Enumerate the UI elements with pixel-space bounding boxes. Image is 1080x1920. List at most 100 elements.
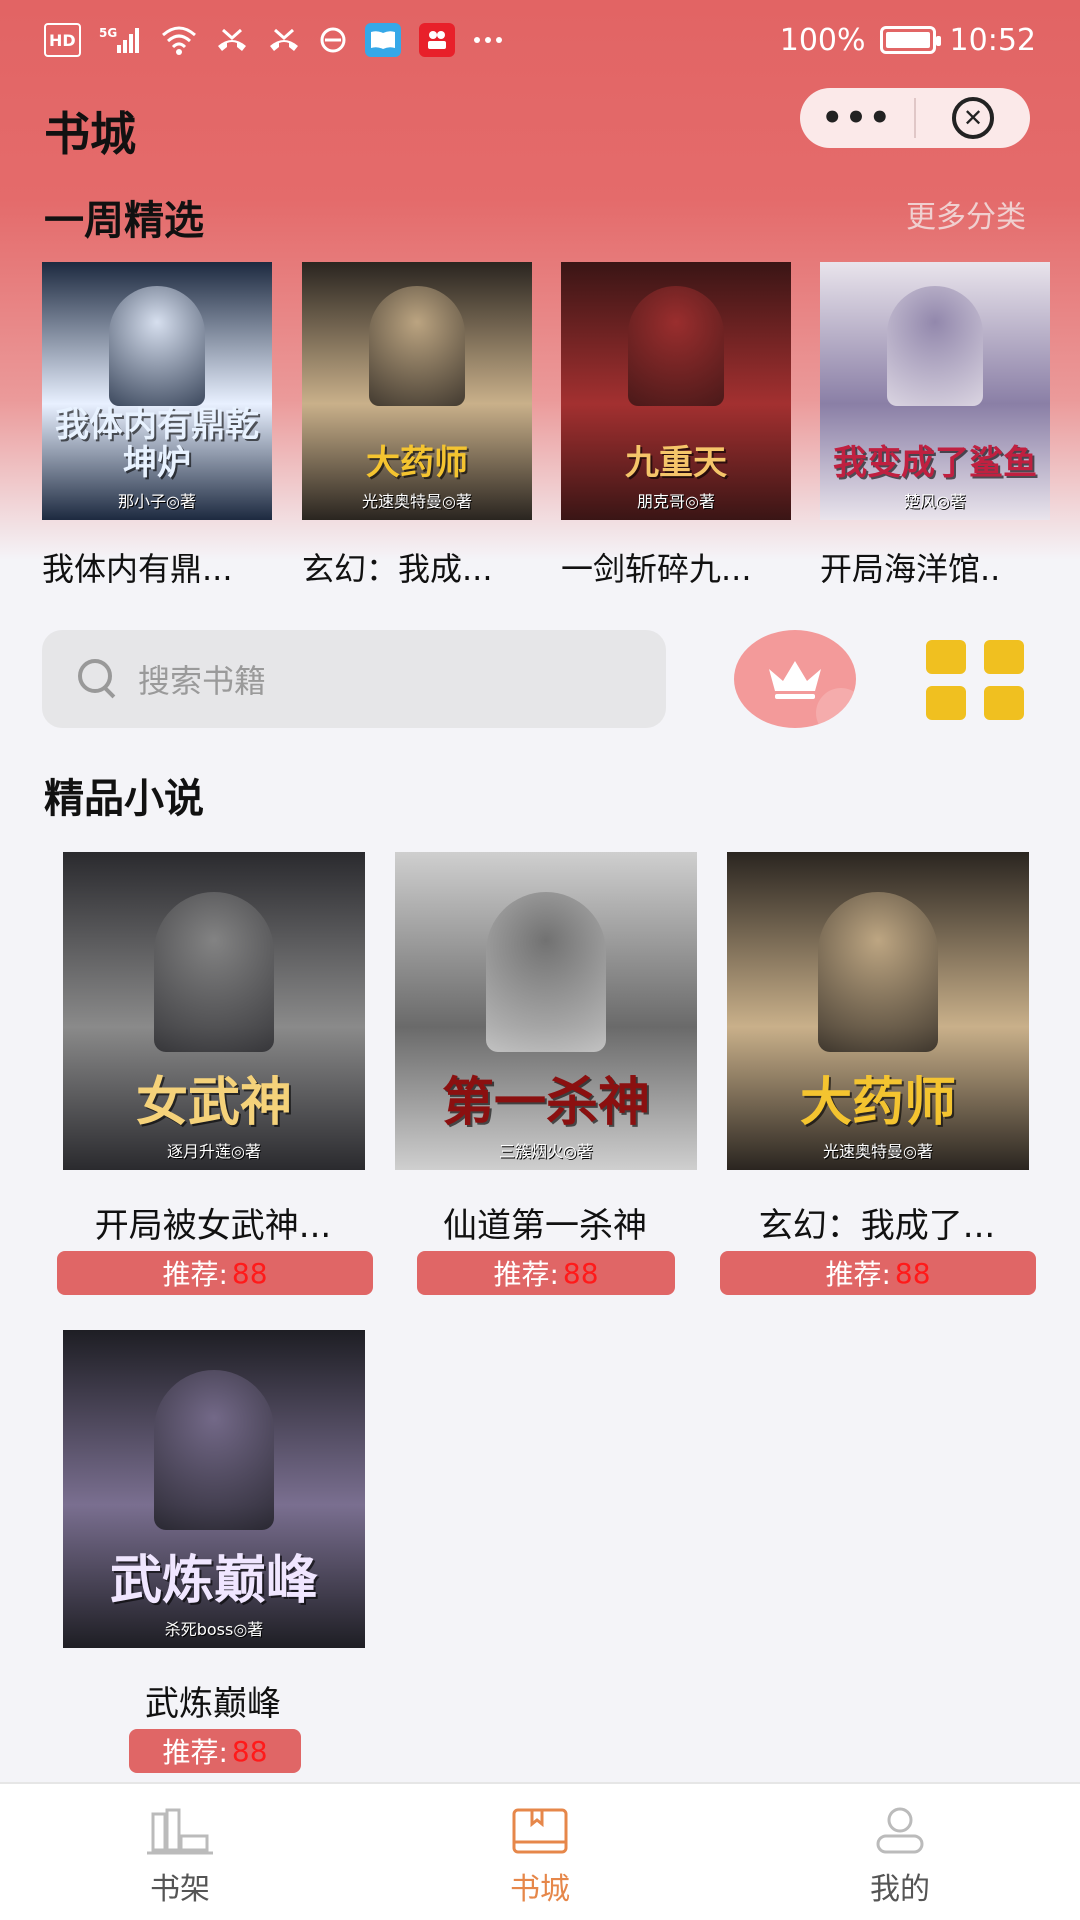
nav-item-profile[interactable]: 我的: [720, 1784, 1080, 1920]
dnd-icon: [319, 23, 347, 57]
status-icons-right: 100% 10:52: [780, 23, 1036, 58]
grid-icon: [926, 686, 966, 720]
book-title[interactable]: 开局被女武神...: [63, 1198, 363, 1247]
book-title[interactable]: 一剑斩碎九...: [561, 544, 793, 590]
battery-percent: 100%: [779, 22, 866, 58]
book-cover[interactable]: 我变成了鲨鱼 楚风◎著: [820, 262, 1050, 520]
book-app-icon: [364, 23, 401, 57]
signal-label: 5G: [99, 26, 117, 40]
cover-author: 逐月升莲◎著: [167, 1142, 261, 1161]
missed-call-icon: [267, 23, 301, 57]
book-title[interactable]: 武炼巅峰: [63, 1676, 363, 1725]
weekly-book-item[interactable]: 我体内有鼎乾坤炉 那小子◎著 我体内有鼎...: [42, 262, 274, 590]
more-dots-icon: [473, 23, 503, 57]
nav-label: 我的: [870, 1872, 930, 1907]
category-grid-button[interactable]: [926, 640, 1026, 720]
book-title[interactable]: 开局海洋馆..: [820, 544, 1052, 590]
weekly-book-item[interactable]: 大药师 光速奥特曼◎著 玄幻：我成...: [302, 262, 534, 590]
recommend-label: 推荐:: [493, 1258, 559, 1291]
cover-illustration: [818, 892, 938, 1052]
search-icon: [78, 659, 118, 699]
nav-item-bookshelf[interactable]: 书架: [0, 1784, 360, 1920]
grid-icon: [984, 640, 1024, 674]
recommend-label: 推荐:: [825, 1258, 891, 1291]
book-cover[interactable]: 大药师 光速奥特曼◎著: [727, 852, 1029, 1170]
cover-title: 武炼巅峰: [109, 1550, 318, 1611]
vip-crown-button[interactable]: [734, 630, 856, 728]
book-cover[interactable]: 武炼巅峰 杀死boss◎著: [63, 1330, 365, 1648]
nav-label: 书架: [150, 1872, 210, 1907]
search-input[interactable]: 搜索书籍: [42, 630, 666, 728]
book-cover[interactable]: 九重天 朋克哥◎著: [561, 262, 791, 520]
book-cover[interactable]: 大药师 光速奥特曼◎著: [302, 262, 532, 520]
recommend-value: 88: [562, 1256, 599, 1290]
weekly-book-item[interactable]: 九重天 朋克哥◎著 一剑斩碎九...: [561, 262, 793, 590]
battery-icon: [879, 26, 941, 54]
recommend-value: 88: [231, 1256, 268, 1290]
cover-title: 女武神: [135, 1072, 292, 1133]
bottom-nav: 书架 书城 我的: [0, 1782, 1080, 1920]
cover-author: 楚风◎著: [904, 492, 966, 511]
capsule-close-button[interactable]: ✕: [916, 88, 1030, 148]
book-cover[interactable]: 第一杀神 三簇烟火◎著: [395, 852, 697, 1170]
recommend-value: 88: [894, 1256, 931, 1290]
cover-illustration: [154, 1370, 274, 1530]
recommend-label: 推荐:: [162, 1258, 228, 1291]
missed-call-icon: [215, 23, 249, 57]
book-title[interactable]: 玄幻：我成了...: [727, 1198, 1027, 1247]
weekly-section-title: 一周精选: [44, 198, 204, 244]
cover-author: 三簇烟火◎著: [499, 1142, 593, 1161]
status-bar: HD 5G 100% 10:52: [0, 0, 1080, 80]
cover-illustration: [369, 286, 465, 406]
weekly-book-row: 我体内有鼎乾坤炉 那小子◎著 我体内有鼎... 大药师 光速奥特曼◎著 玄幻：我…: [42, 262, 1050, 592]
grid-icon: [926, 640, 966, 674]
wifi-icon: [161, 23, 197, 57]
recommend-badge: 推荐: 88: [129, 1729, 301, 1773]
nav-label: 书城: [510, 1872, 570, 1907]
recommend-badge: 推荐: 88: [720, 1251, 1036, 1295]
clock: 10:52: [949, 22, 1036, 58]
page-title: 书城: [44, 107, 136, 161]
book-title[interactable]: 玄幻：我成...: [302, 544, 534, 590]
premium-section-title: 精品小说: [44, 776, 204, 822]
profile-icon: [876, 1807, 924, 1854]
cover-title: 大药师: [799, 1072, 956, 1133]
cover-illustration: [628, 286, 724, 406]
capsule-more-button[interactable]: •••: [800, 88, 914, 148]
cover-title: 我体内有鼎乾坤炉: [55, 405, 259, 483]
cover-title: 大药师: [366, 442, 468, 483]
cover-illustration: [486, 892, 606, 1052]
weekly-book-item[interactable]: 我变成了鲨鱼 楚风◎著 开局海洋馆..: [820, 262, 1052, 590]
book-title[interactable]: 我体内有鼎...: [42, 544, 274, 590]
cover-author: 朋克哥◎著: [637, 492, 715, 511]
cover-author: 光速奥特曼◎著: [362, 492, 472, 511]
cover-illustration: [887, 286, 983, 406]
cover-illustration: [154, 892, 274, 1052]
recommend-value: 88: [231, 1734, 268, 1768]
cover-title: 九重天: [625, 442, 727, 483]
recommend-label: 推荐:: [162, 1736, 228, 1769]
premium-book-item[interactable]: 武炼巅峰 杀死boss◎著 武炼巅峰 推荐: 88: [63, 1330, 365, 1773]
premium-book-item[interactable]: 女武神 逐月升莲◎著 开局被女武神... 推荐: 88: [57, 852, 373, 1295]
premium-book-item[interactable]: 第一杀神 三簇烟火◎著 仙道第一杀神 推荐: 88: [395, 852, 697, 1295]
premium-book-item[interactable]: 大药师 光速奥特曼◎著 玄幻：我成了... 推荐: 88: [720, 852, 1036, 1295]
more-dots-icon: •••: [821, 98, 893, 138]
status-icons-left: HD 5G: [44, 23, 503, 57]
cover-title: 第一杀神: [441, 1072, 650, 1133]
signal-5g-icon: 5G: [99, 23, 143, 57]
cover-author: 杀死boss◎著: [164, 1620, 264, 1639]
nav-item-bookstore[interactable]: 书城: [360, 1784, 720, 1920]
more-categories-link[interactable]: 更多分类: [906, 192, 1026, 236]
cover-author: 光速奥特曼◎著: [823, 1142, 933, 1161]
bookshelf-icon: [147, 1808, 213, 1855]
close-circle-icon: ✕: [952, 97, 994, 139]
book-title[interactable]: 仙道第一杀神: [395, 1198, 695, 1247]
video-app-icon: [418, 23, 455, 57]
book-cover[interactable]: 女武神 逐月升莲◎著: [63, 852, 365, 1170]
recommend-badge: 推荐: 88: [57, 1251, 373, 1295]
search-placeholder: 搜索书籍: [138, 662, 267, 700]
book-cover[interactable]: 我体内有鼎乾坤炉 那小子◎著: [42, 262, 272, 520]
mini-program-capsule: ••• ✕: [800, 88, 1030, 148]
crown-icon: [769, 661, 821, 699]
bookstore-icon: [512, 1808, 568, 1854]
